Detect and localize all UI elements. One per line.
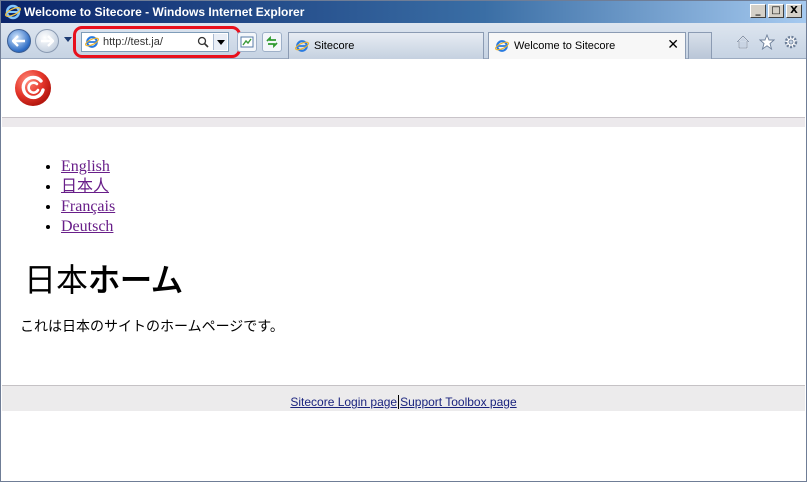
home-button[interactable]	[734, 33, 752, 51]
back-button[interactable]	[7, 29, 31, 53]
site-header	[2, 59, 805, 117]
gear-icon	[784, 35, 798, 49]
address-highlight-annotation	[73, 26, 241, 58]
navigation-toolbar: Sitecore Welcome to Sitecore ✕	[1, 23, 806, 59]
language-link-french[interactable]: Français	[61, 198, 115, 215]
compatibility-view-icon	[240, 36, 254, 48]
sitecore-login-link[interactable]: Sitecore Login page	[290, 395, 397, 409]
refresh-button[interactable]	[262, 32, 282, 52]
forward-arrow-icon	[41, 35, 54, 47]
language-link-english[interactable]: English	[61, 158, 110, 175]
tab-sitecore[interactable]: Sitecore	[288, 32, 484, 59]
page-title-bold: ホーム	[88, 262, 184, 298]
window-title: Welcome to Sitecore - Windows Internet E…	[24, 5, 305, 19]
ie-icon	[5, 4, 21, 20]
list-item: Deutsch	[61, 217, 115, 237]
maximize-button[interactable]: □	[768, 4, 784, 18]
minimize-button[interactable]: _	[750, 4, 766, 18]
tab-label: Sitecore	[314, 40, 355, 52]
tab-label: Welcome to Sitecore	[514, 40, 616, 52]
toolbar-right-icons	[734, 33, 800, 51]
footer-separator	[398, 395, 400, 409]
new-tab-button[interactable]	[688, 32, 712, 59]
tab-ie-icon	[295, 40, 309, 52]
title-bar: Welcome to Sitecore - Windows Internet E…	[1, 1, 806, 23]
page-content: English 日本人 Français Deutsch 日本ホーム これは日本…	[2, 59, 805, 481]
list-item: Français	[61, 197, 115, 217]
list-item: 日本人	[61, 177, 115, 197]
close-tab-icon[interactable]: ✕	[667, 37, 679, 53]
tab-welcome-to-sitecore[interactable]: Welcome to Sitecore ✕	[488, 32, 686, 59]
page-title: 日本ホーム	[24, 255, 183, 301]
history-dropdown-icon[interactable]	[64, 37, 72, 42]
language-list: English 日本人 Français Deutsch	[2, 157, 115, 237]
window-controls: _ □ X	[750, 4, 802, 18]
page-body-text: これは日本のサイトのホームページです。	[20, 319, 284, 335]
favorites-button[interactable]	[758, 33, 776, 51]
tab-ie-icon	[495, 40, 509, 52]
page-title-normal: 日本	[24, 262, 89, 298]
compatibility-view-button[interactable]	[237, 32, 257, 52]
close-button[interactable]: X	[786, 4, 802, 18]
language-link-japanese[interactable]: 日本人	[61, 178, 109, 195]
refresh-icon	[266, 35, 278, 49]
list-item: English	[61, 157, 115, 177]
site-footer: Sitecore Login page Support Toolbox page	[2, 385, 805, 411]
forward-button[interactable]	[35, 29, 59, 53]
header-divider	[2, 117, 805, 127]
browser-window: Welcome to Sitecore - Windows Internet E…	[0, 0, 807, 482]
home-icon	[736, 34, 750, 49]
language-link-german[interactable]: Deutsch	[61, 218, 113, 235]
sitecore-logo-icon[interactable]	[14, 69, 52, 107]
support-toolbox-link[interactable]: Support Toolbox page	[400, 395, 517, 409]
tools-button[interactable]	[782, 33, 800, 51]
back-arrow-icon	[12, 35, 25, 47]
star-icon	[759, 34, 775, 50]
